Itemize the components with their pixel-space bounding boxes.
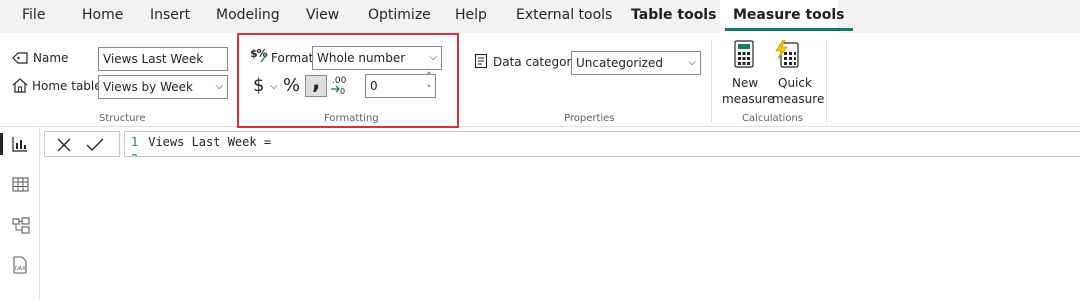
- dax-label: DAX: [15, 266, 26, 272]
- calculations-group-label: Calculations: [742, 113, 803, 124]
- name-field[interactable]: Views Last Week: [98, 47, 228, 71]
- line-number: 1: [131, 135, 139, 149]
- home-table-select[interactable]: Views by Week ⌵: [98, 75, 228, 99]
- commit-check-icon[interactable]: [86, 137, 104, 153]
- menu-table-tools[interactable]: Table tools: [631, 0, 716, 33]
- name-label: Name: [33, 51, 69, 65]
- quick-measure-button[interactable]: Quick measure: [770, 40, 824, 112]
- new-measure-label-2: measure: [722, 92, 775, 106]
- menu-view[interactable]: View: [306, 0, 339, 33]
- menu-modeling[interactable]: Modeling: [216, 0, 280, 33]
- name-field-value: Views Last Week: [103, 52, 204, 66]
- model-view-icon[interactable]: [12, 217, 30, 234]
- new-measure-label-1: New: [732, 76, 759, 90]
- formula-actions: [44, 131, 120, 157]
- new-measure-button[interactable]: New measure: [720, 40, 774, 112]
- table-view-icon[interactable]: [12, 177, 29, 192]
- menu-help[interactable]: Help: [455, 0, 487, 33]
- menu-external-tools[interactable]: External tools: [516, 0, 612, 33]
- report-view-icon[interactable]: [12, 136, 28, 152]
- menu-optimize[interactable]: Optimize: [368, 0, 431, 33]
- calculator-icon: [734, 40, 754, 68]
- group-separator: [711, 40, 712, 122]
- home-icon: [12, 78, 28, 93]
- data-category-label: Data category: [493, 55, 579, 69]
- structure-group-label: Structure: [99, 113, 146, 124]
- quick-measure-label-1: Quick: [778, 76, 812, 90]
- data-category-value: Uncategorized: [576, 56, 663, 70]
- home-table-label: Home table: [32, 79, 102, 93]
- dax-query-view-icon[interactable]: DAX: [11, 256, 29, 274]
- formula-line-1: 1 Views Last Week =: [131, 135, 271, 149]
- formula-text: Views Last Week =: [148, 135, 272, 149]
- properties-group-label: Properties: [564, 113, 615, 124]
- quick-measure-label-2: measure: [772, 92, 825, 106]
- name-tag-icon: [12, 52, 28, 64]
- home-table-value: Views by Week: [103, 80, 193, 94]
- line-number: 2: [131, 152, 138, 156]
- chevron-down-icon: ⌵: [215, 81, 223, 92]
- view-rail: [0, 127, 40, 300]
- formula-editor[interactable]: 1 Views Last Week = 2: [124, 131, 1080, 157]
- data-category-icon: [474, 53, 488, 69]
- chevron-down-icon: ⌵: [688, 57, 696, 68]
- group-separator: [826, 40, 827, 122]
- menu-home[interactable]: Home: [82, 0, 123, 33]
- formula-line-2: 2: [131, 152, 148, 156]
- menu-insert[interactable]: Insert: [150, 0, 190, 33]
- menu-measure-tools[interactable]: Measure tools: [725, 0, 852, 33]
- data-category-select[interactable]: Uncategorized ⌵: [571, 51, 701, 75]
- menu-file[interactable]: File: [22, 0, 45, 33]
- menu-bar: File Home Insert Modeling View Optimize …: [0, 0, 1080, 33]
- active-view-indicator: [0, 133, 3, 155]
- formatting-highlight-box: [237, 33, 459, 128]
- cancel-icon[interactable]: [56, 137, 72, 153]
- quick-calculator-icon: [775, 40, 799, 68]
